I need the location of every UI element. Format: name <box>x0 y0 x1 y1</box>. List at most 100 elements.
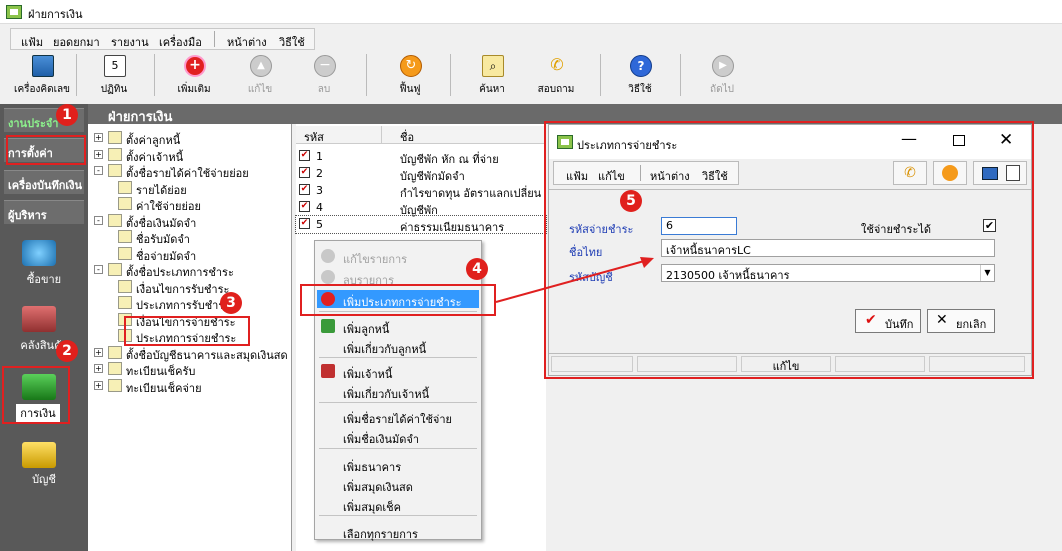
table-row[interactable]: ✔ 1 บัญชีพัก หัก ณ ที่จ่าย <box>296 148 546 166</box>
up-icon <box>321 249 335 263</box>
folder-icon <box>108 213 122 227</box>
calendar-icon: 5 <box>104 55 126 77</box>
tree-node-label: รายได้ย่อย <box>136 183 187 197</box>
sales-icon <box>22 240 56 266</box>
document-icon <box>118 279 132 293</box>
row-check-icon: ✔ <box>299 201 310 212</box>
tree-node-label: ชื่อรับมัดจำ <box>136 233 190 246</box>
table-row[interactable]: ✔ 3 กำไรขาดทุน อัตราแลกเปลี่ยน <box>296 182 546 200</box>
collapse-icon[interactable]: - <box>94 215 103 225</box>
tree-node-label: ค่าใช้จ่ายย่อย <box>136 200 201 213</box>
annotation-badge-4: 4 <box>466 258 488 280</box>
folder-icon <box>108 147 122 161</box>
context-menu-item[interactable]: เพิ่มเกี่ยวกับเจ้าหนี้ <box>317 382 479 401</box>
folder-icon <box>108 378 122 392</box>
menu-separator <box>319 448 477 449</box>
annotation-box-context-item <box>300 284 496 316</box>
context-menu-item[interactable]: เพิ่มสมุดเช็ค <box>317 495 479 514</box>
tree-node-label: ตั้งชื่อบัญชีธนาคารและสมุดเงินสด <box>126 348 288 362</box>
annotation-box-finance <box>2 366 70 424</box>
context-menu-label: เพิ่มลูกหนี้ <box>343 323 390 336</box>
tree-node-label: ทะเบียนเช็ครับ <box>126 365 196 378</box>
tree-node-label: ชื่อจ่ายมัดจำ <box>136 249 197 263</box>
inquiry-button[interactable]: ✆ สอบถาม <box>524 52 588 98</box>
calculator-icon <box>32 55 54 77</box>
search-button[interactable]: ⌕ ค้นหา <box>460 52 524 98</box>
row-code: 1 <box>316 150 323 163</box>
folder-icon <box>108 362 122 375</box>
annotation-arrow <box>495 257 654 303</box>
context-menu-label: เลือกทุกรายการ <box>343 528 418 541</box>
annotation-box-dialog <box>544 121 1034 379</box>
collapse-icon[interactable]: - <box>94 265 103 274</box>
context-menu-item[interactable]: แก้ไขรายการ <box>317 247 479 266</box>
debtor-icon <box>321 319 335 333</box>
document-icon <box>118 246 132 260</box>
tree-node-label: ตั้งค่าลูกหนี้ <box>126 134 181 147</box>
context-menu-item[interactable]: เพิ่มธนาคาร <box>317 455 479 474</box>
row-check-icon: ✔ <box>299 150 310 161</box>
sidebar-executive-button[interactable]: ผู้บริหาร <box>4 200 84 224</box>
next-icon: ▶ <box>712 55 734 77</box>
table-row[interactable]: ✔ 4 บัญชีพัก <box>296 199 546 217</box>
menu-tools[interactable]: เครื่องมือ <box>159 33 202 51</box>
menu-help[interactable]: วิธีใช้ <box>279 33 305 51</box>
column-name[interactable]: ชื่อ <box>400 128 414 146</box>
menu-file[interactable]: แฟ้ม <box>21 33 43 51</box>
list-rows: ✔ 1 บัญชีพัก หัก ณ ที่จ่าย ✔ 2 บัญชีพักมัดจำ ✔… <box>295 148 547 238</box>
warehouse-icon <box>22 306 56 332</box>
folder-icon <box>108 263 122 276</box>
column-code[interactable]: รหัส <box>304 128 324 146</box>
help-button[interactable]: ? วิธีใช้ <box>608 52 672 98</box>
context-menu-item[interactable]: เลือกทุกรายการ <box>317 522 479 541</box>
row-code: 5 <box>316 218 323 231</box>
context-menu-item[interactable]: เพิ่มชื่อรายได้ค่าใช้จ่าย <box>317 407 479 426</box>
context-menu-label: เพิ่มเกี่ยวกับเจ้าหนี้ <box>343 388 430 401</box>
expand-icon[interactable]: + <box>94 133 103 142</box>
table-row[interactable]: ✔ 5 ค่าธรรมเนียมธนาคาร <box>295 215 547 234</box>
minus-icon <box>321 270 335 284</box>
context-menu-label: เพิ่มเจ้าหนี้ <box>343 368 393 381</box>
context-menu-item[interactable]: เพิ่มสมุดเงินสด <box>317 475 479 494</box>
document-icon <box>118 296 132 309</box>
menu-opening-balance[interactable]: ยอดยกมา <box>53 33 100 51</box>
menu-window[interactable]: หน้าต่าง <box>227 33 267 51</box>
row-check-icon: ✔ <box>299 184 310 195</box>
document-icon <box>118 197 132 210</box>
annotation-box-tree-item <box>124 316 250 346</box>
expand-icon[interactable]: + <box>94 347 103 357</box>
context-menu-label: แก้ไขรายการ <box>343 253 408 266</box>
search-icon: ⌕ <box>482 55 504 77</box>
context-menu-item[interactable]: เพิ่มลูกหนี้ <box>317 317 479 336</box>
collapse-icon[interactable]: - <box>94 166 103 175</box>
context-menu-label: เพิ่มชื่อรายได้ค่าใช้จ่าย <box>343 413 452 426</box>
annotation-box-settings <box>6 135 86 165</box>
add-icon: + <box>184 55 206 77</box>
next-button[interactable]: ▶ ถัดไป <box>690 52 754 98</box>
left-sidebar: งานประจำ การตั้งค่า เครื่องบันทึกเงิน ผู… <box>0 104 88 551</box>
menu-report[interactable]: รายงาน <box>111 33 149 51</box>
context-menu-item[interactable]: เพิ่มเกี่ยวกับลูกหนี้ <box>317 337 479 356</box>
tree-node-label: ทะเบียนเช็คจ่าย <box>126 381 202 395</box>
sidebar-cash-register-button[interactable]: เครื่องบันทึกเงิน <box>4 170 84 194</box>
context-menu-item[interactable]: เพิ่มเจ้าหนี้ <box>317 362 479 381</box>
ledger-icon <box>22 442 56 468</box>
tree-node-label: ตั้งชื่อประเภทการชำระ <box>126 266 234 279</box>
row-code: 4 <box>316 201 323 214</box>
expand-icon[interactable]: + <box>94 380 103 390</box>
add-more-button[interactable]: + เพิ่มเติม <box>162 52 226 98</box>
expand-icon[interactable]: + <box>94 149 103 159</box>
table-row[interactable]: ✔ 2 บัญชีพักมัดจำ <box>296 165 546 183</box>
calculator-button[interactable]: เครื่องคิดเลข <box>10 52 74 98</box>
delete-button[interactable]: − ลบ <box>292 52 356 98</box>
calendar-button[interactable]: 5 ปฏิทิน <box>82 52 146 98</box>
folder-icon <box>108 345 122 359</box>
edit-button[interactable]: ▲ แก้ไข <box>228 52 292 98</box>
annotation-badge-2: 2 <box>56 340 78 362</box>
expand-icon[interactable]: + <box>94 364 103 373</box>
refresh-button[interactable]: ↻ ฟื้นฟู <box>378 52 442 98</box>
minus-icon: − <box>314 55 336 77</box>
main-toolbar: เครื่องคิดเลข 5 ปฏิทิน + เพิ่มเติม ▲ แก้… <box>10 52 770 98</box>
row-name: ค่าธรรมเนียมธนาคาร <box>400 221 505 234</box>
context-menu-item[interactable]: เพิ่มชื่อเงินมัดจำ <box>317 427 479 446</box>
